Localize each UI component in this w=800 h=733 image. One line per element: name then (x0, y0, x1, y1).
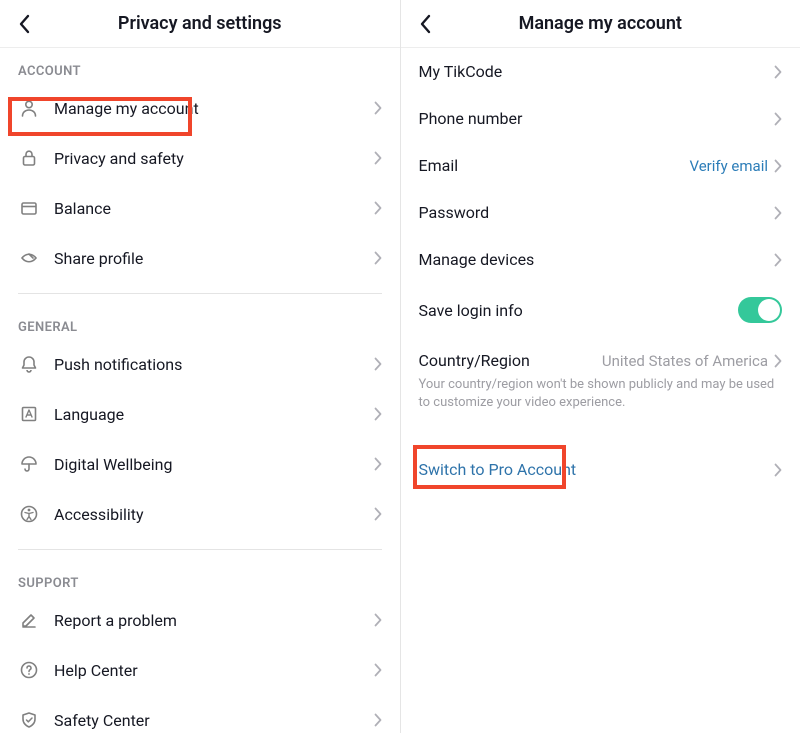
chevron-right-icon (774, 112, 782, 126)
section-header-support: SUPPORT (0, 560, 400, 595)
row-value-country: United States of America (602, 352, 768, 370)
row-digital-wellbeing[interactable]: Digital Wellbeing (0, 439, 400, 489)
row-label: Email (419, 156, 690, 175)
shield-icon (18, 709, 40, 731)
row-help-center[interactable]: Help Center (0, 645, 400, 695)
row-label: Push notifications (54, 355, 374, 374)
chevron-left-icon (18, 14, 30, 34)
language-icon (18, 403, 40, 425)
chevron-right-icon (374, 251, 382, 265)
row-label: Share profile (54, 249, 374, 268)
divider (18, 549, 382, 550)
row-share-profile[interactable]: Share profile (0, 233, 400, 283)
chevron-right-icon (374, 151, 382, 165)
bell-icon (18, 353, 40, 375)
row-password[interactable]: Password (401, 189, 800, 236)
help-icon (18, 659, 40, 681)
section-header-general: GENERAL (0, 304, 400, 339)
row-label: Report a problem (54, 611, 374, 630)
chevron-right-icon (774, 463, 782, 477)
row-label: Manage my account (54, 99, 374, 118)
row-label: Accessibility (54, 505, 374, 524)
row-switch-pro-account[interactable]: Switch to Pro Account (401, 446, 800, 493)
content-right: My TikCode Phone number Email Verify ema… (401, 48, 800, 733)
chevron-right-icon (374, 357, 382, 371)
row-phone-number[interactable]: Phone number (401, 95, 800, 142)
lock-icon (18, 147, 40, 169)
chevron-left-icon (419, 14, 431, 34)
row-label: My TikCode (419, 62, 775, 81)
row-save-login-info[interactable]: Save login info (401, 283, 800, 337)
chevron-right-icon (774, 354, 782, 368)
chevron-right-icon (774, 65, 782, 79)
back-button-left[interactable] (12, 0, 36, 47)
row-value-email: Verify email (689, 157, 768, 175)
umbrella-icon (18, 453, 40, 475)
row-label: Balance (54, 199, 374, 218)
topbar-left: Privacy and settings (0, 0, 400, 48)
row-report-problem[interactable]: Report a problem (0, 595, 400, 645)
chevron-right-icon (774, 159, 782, 173)
share-icon (18, 247, 40, 269)
chevron-right-icon (374, 507, 382, 521)
row-country-region[interactable]: Country/Region United States of America (401, 337, 800, 376)
privacy-settings-pane: Privacy and settings ACCOUNT Manage my a… (0, 0, 400, 733)
row-label: Country/Region (419, 351, 602, 370)
row-safety-center[interactable]: Safety Center (0, 695, 400, 733)
row-label: Save login info (419, 301, 739, 320)
chevron-right-icon (774, 253, 782, 267)
divider (18, 293, 382, 294)
chevron-right-icon (374, 713, 382, 727)
wallet-icon (18, 197, 40, 219)
row-manage-account[interactable]: Manage my account (0, 83, 400, 133)
toggle-knob (758, 299, 780, 321)
row-label: Password (419, 203, 775, 222)
person-icon (18, 97, 40, 119)
page-title-left: Privacy and settings (118, 13, 282, 34)
back-button-right[interactable] (413, 0, 437, 47)
row-label: Privacy and safety (54, 149, 374, 168)
row-label: Help Center (54, 661, 374, 680)
content-left: ACCOUNT Manage my account Privacy and sa… (0, 48, 400, 733)
chevron-right-icon (374, 663, 382, 677)
pencil-icon (18, 609, 40, 631)
country-subtext: Your country/region won't be shown publi… (401, 376, 800, 422)
row-label: Digital Wellbeing (54, 455, 374, 474)
row-balance[interactable]: Balance (0, 183, 400, 233)
chevron-right-icon (774, 206, 782, 220)
toggle-save-login[interactable] (738, 297, 782, 323)
row-email[interactable]: Email Verify email (401, 142, 800, 189)
row-accessibility[interactable]: Accessibility (0, 489, 400, 539)
topbar-right: Manage my account (401, 0, 800, 48)
page-title-right: Manage my account (519, 13, 682, 34)
row-manage-devices[interactable]: Manage devices (401, 236, 800, 283)
row-my-tikcode[interactable]: My TikCode (401, 48, 800, 95)
accessibility-icon (18, 503, 40, 525)
row-privacy-safety[interactable]: Privacy and safety (0, 133, 400, 183)
chevron-right-icon (374, 201, 382, 215)
section-header-account: ACCOUNT (0, 48, 400, 83)
chevron-right-icon (374, 407, 382, 421)
chevron-right-icon (374, 101, 382, 115)
row-label: Safety Center (54, 711, 374, 730)
row-push-notifications[interactable]: Push notifications (0, 339, 400, 389)
chevron-right-icon (374, 613, 382, 627)
row-language[interactable]: Language (0, 389, 400, 439)
manage-account-pane: Manage my account My TikCode Phone numbe… (400, 0, 800, 733)
row-label: Manage devices (419, 250, 775, 269)
row-label: Phone number (419, 109, 775, 128)
chevron-right-icon (374, 457, 382, 471)
row-label: Language (54, 405, 374, 424)
row-label: Switch to Pro Account (419, 460, 775, 479)
